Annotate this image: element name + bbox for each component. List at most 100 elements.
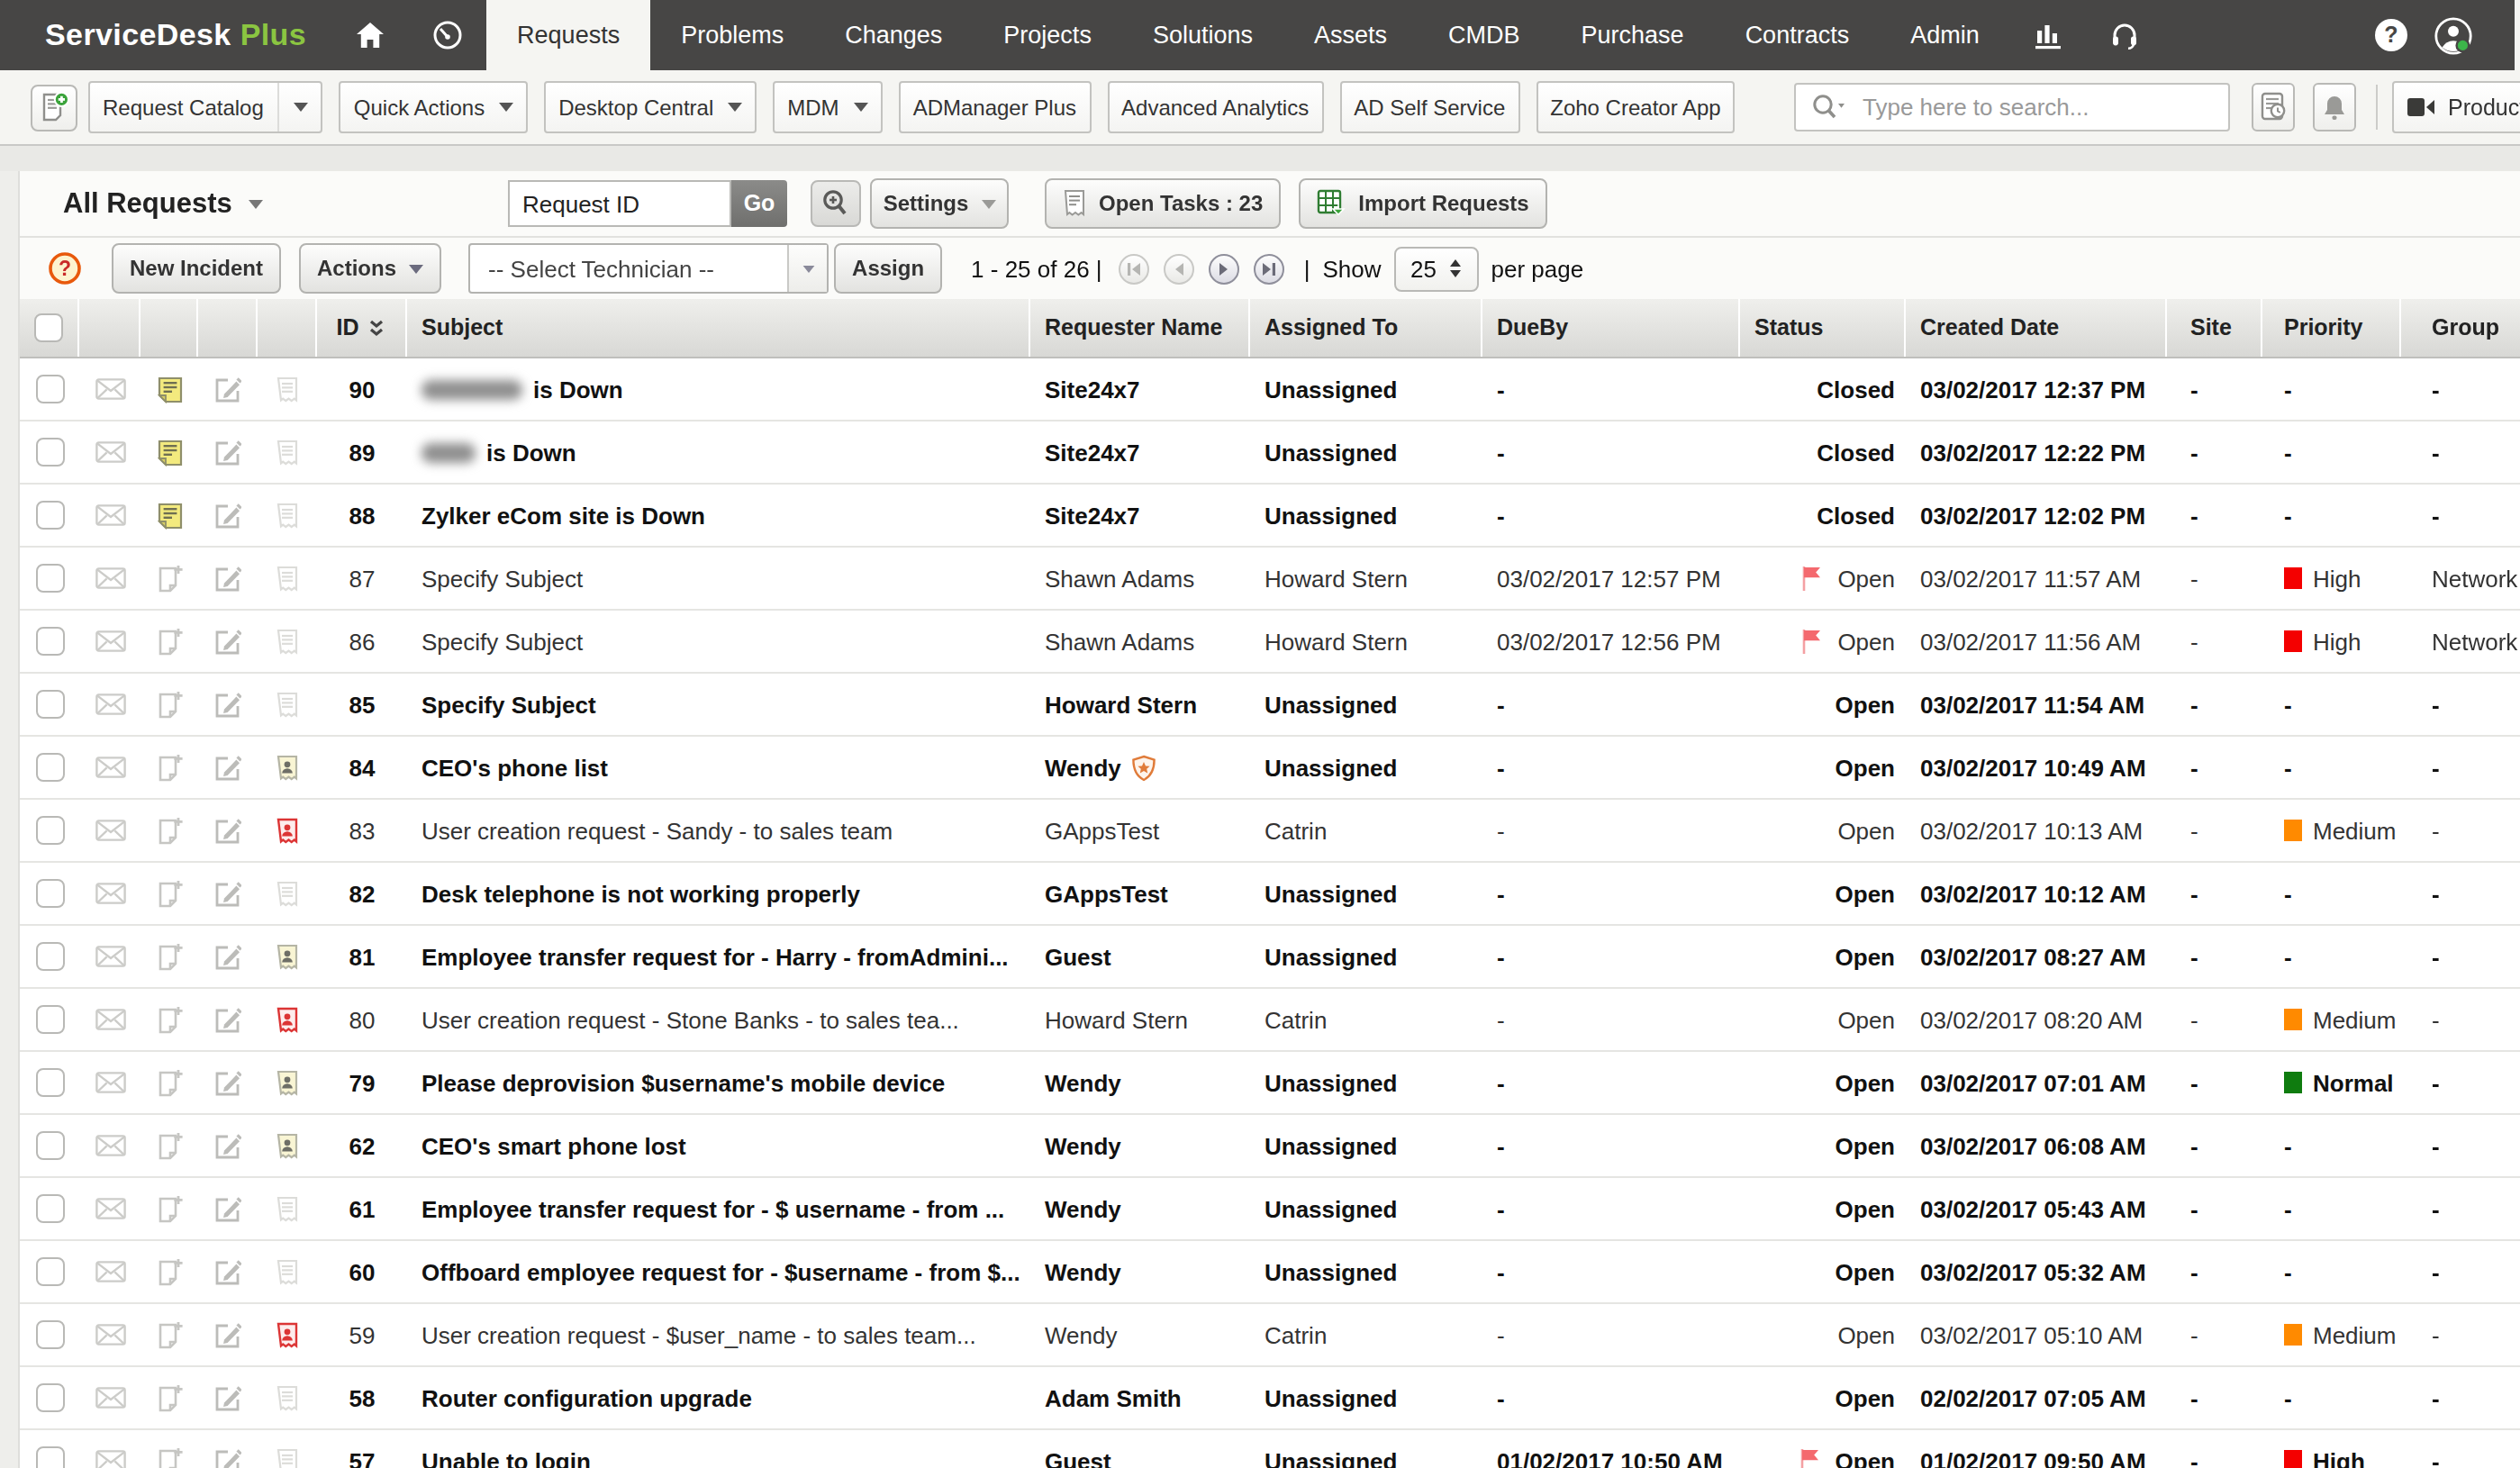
subject-cell[interactable]: User creation request - Sandy - to sales… — [407, 800, 1030, 861]
mail-icon[interactable] — [95, 1324, 125, 1346]
table-row[interactable]: 86Specify SubjectShawn AdamsHoward Stern… — [20, 611, 2520, 674]
table-row[interactable]: 80User creation request - Stone Banks - … — [20, 989, 2520, 1052]
edit-icon[interactable] — [214, 1258, 241, 1285]
table-row[interactable]: 87Specify SubjectShawn AdamsHoward Stern… — [20, 548, 2520, 611]
add-page-icon[interactable] — [156, 1068, 183, 1097]
column-header-site[interactable]: Site — [2167, 299, 2262, 357]
go-button[interactable]: Go — [731, 180, 787, 227]
edit-icon[interactable] — [214, 1195, 241, 1222]
help-button[interactable]: ? — [2374, 18, 2408, 52]
table-row[interactable]: 90is DownSite24x7Unassigned-Closed03/02/… — [20, 358, 2520, 421]
dashboard-button[interactable] — [409, 0, 486, 70]
column-header-created[interactable]: Created Date — [1906, 299, 2167, 357]
row-checkbox[interactable] — [35, 1068, 64, 1097]
advanced-search-button[interactable] — [811, 180, 861, 227]
mdm-dropdown[interactable]: MDM — [773, 81, 882, 133]
table-row[interactable]: 81Employee transfer request for - Harry … — [20, 926, 2520, 989]
receipt-user-yellow-icon[interactable] — [276, 1132, 299, 1159]
tab-problems[interactable]: Problems — [650, 0, 814, 70]
tab-cmdb[interactable]: CMDB — [1418, 0, 1551, 70]
receipt-icon[interactable] — [276, 502, 299, 529]
edit-icon[interactable] — [214, 1069, 241, 1096]
table-row[interactable]: 89is DownSite24x7Unassigned-Closed03/02/… — [20, 421, 2520, 485]
subject-cell[interactable]: Offboard employee request for - $usernam… — [407, 1241, 1030, 1302]
subject-cell[interactable]: Please deprovision $username's mobile de… — [407, 1052, 1030, 1113]
receipt-user-yellow-icon[interactable] — [276, 943, 299, 970]
tab-solutions[interactable]: Solutions — [1122, 0, 1283, 70]
mail-icon[interactable] — [95, 1450, 125, 1468]
help-icon[interactable]: ? — [49, 252, 81, 285]
subject-cell[interactable]: CEO's phone list — [407, 737, 1030, 798]
subject-cell[interactable]: Zylker eCom site is Down — [407, 485, 1030, 546]
add-page-icon[interactable] — [156, 1320, 183, 1349]
subject-cell[interactable]: CEO's smart phone lost — [407, 1115, 1030, 1176]
column-header-id[interactable]: ID — [317, 299, 407, 357]
column-header-status[interactable]: Status — [1740, 299, 1906, 357]
prev-page-button[interactable] — [1164, 253, 1194, 284]
view-selector[interactable]: All Requests — [63, 187, 263, 220]
subject-cell[interactable]: Specify Subject — [407, 611, 1030, 672]
sticky-note-icon[interactable] — [156, 439, 183, 466]
select-all-checkbox[interactable] — [20, 299, 79, 357]
add-page-icon[interactable] — [156, 1131, 183, 1160]
row-checkbox[interactable] — [35, 1194, 64, 1223]
new-request-icon-button[interactable] — [31, 84, 77, 131]
mail-icon[interactable] — [95, 883, 125, 904]
receipt-icon[interactable] — [276, 439, 299, 466]
row-checkbox[interactable] — [35, 1383, 64, 1412]
add-page-icon[interactable] — [156, 942, 183, 971]
reports-button[interactable] — [2010, 0, 2086, 70]
table-row[interactable]: 57Unable to loginGuestUnassigned01/02/20… — [20, 1430, 2520, 1468]
new-incident-button[interactable]: New Incident — [112, 243, 281, 294]
row-checkbox[interactable] — [35, 501, 64, 530]
row-checkbox[interactable] — [35, 879, 64, 908]
subject-cell[interactable]: Specify Subject — [407, 674, 1030, 735]
receipt-icon[interactable] — [276, 1384, 299, 1411]
add-page-icon[interactable] — [156, 1383, 183, 1412]
row-checkbox[interactable] — [35, 1131, 64, 1160]
edit-icon[interactable] — [214, 943, 241, 970]
row-checkbox[interactable] — [35, 627, 64, 656]
table-row[interactable]: 60Offboard employee request for - $usern… — [20, 1241, 2520, 1304]
add-page-icon[interactable] — [156, 1446, 183, 1468]
row-checkbox[interactable] — [35, 438, 64, 467]
recent-items-button[interactable] — [2252, 83, 2295, 131]
request-id-input[interactable]: Request ID — [508, 180, 731, 227]
sticky-note-icon[interactable] — [156, 502, 183, 529]
page-size-spinner[interactable]: 25 — [1393, 246, 1478, 291]
add-page-icon[interactable] — [156, 879, 183, 908]
edit-icon[interactable] — [214, 376, 241, 403]
receipt-icon[interactable] — [276, 1447, 299, 1468]
edit-icon[interactable] — [214, 880, 241, 907]
mail-icon[interactable] — [95, 1198, 125, 1219]
product-overview-button[interactable]: Product O — [2392, 81, 2520, 133]
open-tasks-button[interactable]: Open Tasks : 23 — [1045, 178, 1281, 229]
receipt-user-yellow-icon[interactable] — [276, 754, 299, 781]
row-checkbox[interactable] — [35, 753, 64, 782]
edit-icon[interactable] — [214, 1006, 241, 1033]
edit-icon[interactable] — [214, 628, 241, 655]
mail-icon[interactable] — [95, 946, 125, 967]
receipt-icon[interactable] — [276, 628, 299, 655]
edit-icon[interactable] — [214, 565, 241, 592]
technician-select[interactable]: -- Select Technician -- — [468, 243, 829, 294]
receipt-user-red-icon[interactable] — [276, 1321, 299, 1348]
row-checkbox[interactable] — [35, 1320, 64, 1349]
request-catalog-dropdown[interactable]: Request Catalog — [88, 81, 323, 133]
add-page-icon[interactable] — [156, 627, 183, 656]
mail-icon[interactable] — [95, 820, 125, 841]
table-row[interactable]: 61Employee transfer request for - $ user… — [20, 1178, 2520, 1241]
mail-icon[interactable] — [95, 757, 125, 778]
edit-icon[interactable] — [214, 439, 241, 466]
receipt-icon[interactable] — [276, 376, 299, 403]
subject-cell[interactable]: is Down — [407, 358, 1030, 420]
tab-admin[interactable]: Admin — [1880, 0, 2010, 70]
add-page-icon[interactable] — [156, 564, 183, 593]
support-button[interactable] — [2086, 0, 2163, 70]
settings-dropdown[interactable]: Settings — [870, 178, 1009, 229]
assign-button[interactable]: Assign — [834, 243, 942, 294]
receipt-user-red-icon[interactable] — [276, 817, 299, 844]
subject-cell[interactable]: is Down — [407, 421, 1030, 483]
admanager-plus-button[interactable]: ADManager Plus — [899, 81, 1091, 133]
column-header-priority[interactable]: Priority — [2262, 299, 2401, 357]
